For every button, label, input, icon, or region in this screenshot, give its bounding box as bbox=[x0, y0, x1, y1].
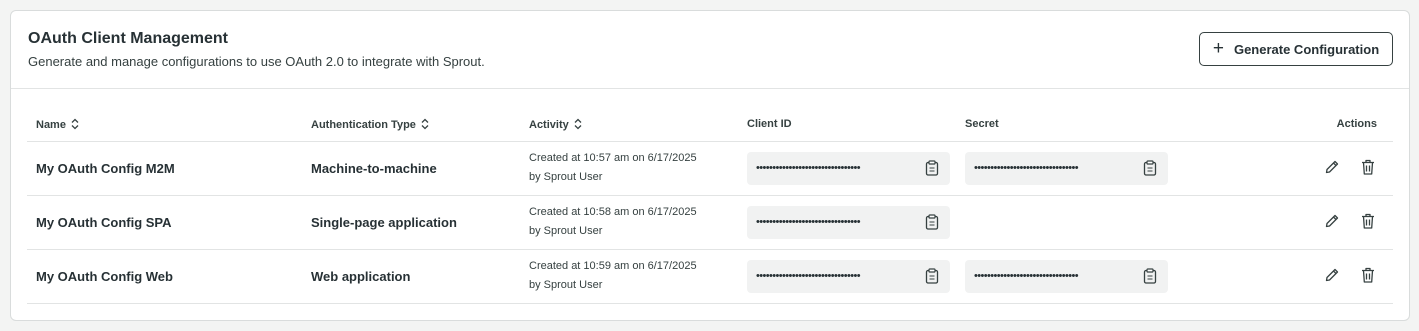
pencil-icon[interactable] bbox=[1323, 212, 1341, 230]
pencil-icon[interactable] bbox=[1323, 266, 1341, 284]
actions-cell bbox=[1174, 141, 1393, 196]
sort-icon[interactable] bbox=[574, 118, 582, 130]
actions-cell bbox=[1174, 195, 1393, 250]
client-id-value: •••••••••••••••••••••••••••••••• bbox=[756, 216, 861, 228]
activity-cell: Created at 10:58 am on 6/17/2025 by Spro… bbox=[520, 195, 738, 250]
clipboard-icon[interactable] bbox=[1141, 159, 1159, 177]
oauth-config-table: Name Authentication Type Activity Client… bbox=[27, 108, 1393, 304]
secret-cell: •••••••••••••••••••••••••••••••• bbox=[956, 141, 1174, 196]
plus-icon: + bbox=[1212, 37, 1224, 59]
activity-created: Created at 10:58 am on 6/17/2025 bbox=[529, 206, 697, 218]
activity-created: Created at 10:57 am on 6/17/2025 bbox=[529, 152, 697, 164]
sort-icon[interactable] bbox=[71, 118, 79, 130]
activity-cell: Created at 10:59 am on 6/17/2025 by Spro… bbox=[520, 249, 738, 304]
client-id-value: •••••••••••••••••••••••••••••••• bbox=[756, 162, 861, 174]
client-id-field: •••••••••••••••••••••••••••••••• bbox=[747, 259, 950, 293]
activity-user: by Sprout User bbox=[529, 279, 603, 291]
client-id-cell: •••••••••••••••••••••••••••••••• bbox=[738, 195, 956, 250]
page-title: OAuth Client Management bbox=[28, 30, 229, 47]
client-id-field: •••••••••••••••••••••••••••••••• bbox=[747, 151, 950, 185]
activity-user: by Sprout User bbox=[529, 171, 603, 183]
generate-configuration-button[interactable]: + Generate Configuration bbox=[1199, 32, 1393, 66]
generate-configuration-label: Generate Configuration bbox=[1233, 41, 1380, 57]
table-header-row: Name Authentication Type Activity Client… bbox=[27, 108, 1393, 142]
clipboard-icon[interactable] bbox=[923, 213, 941, 231]
trash-icon[interactable] bbox=[1359, 212, 1377, 230]
secret-value: •••••••••••••••••••••••••••••••• bbox=[974, 162, 1079, 174]
secret-cell bbox=[956, 195, 1174, 250]
activity-cell: Created at 10:57 am on 6/17/2025 by Spro… bbox=[520, 141, 738, 196]
client-id-value: •••••••••••••••••••••••••••••••• bbox=[756, 270, 861, 282]
config-name: My OAuth Config Web bbox=[27, 249, 302, 304]
secret-field: •••••••••••••••••••••••••••••••• bbox=[965, 151, 1168, 185]
page-subtitle: Generate and manage configurations to us… bbox=[28, 54, 485, 69]
trash-icon[interactable] bbox=[1359, 158, 1377, 176]
authentication-type: Web application bbox=[302, 249, 520, 304]
activity-user: by Sprout User bbox=[529, 225, 603, 237]
actions-cell bbox=[1174, 249, 1393, 304]
authentication-type: Machine-to-machine bbox=[302, 141, 520, 196]
clipboard-icon[interactable] bbox=[923, 159, 941, 177]
column-header-actions: Actions bbox=[1174, 108, 1393, 142]
pencil-icon[interactable] bbox=[1323, 158, 1341, 176]
activity-created: Created at 10:59 am on 6/17/2025 bbox=[529, 260, 697, 272]
sort-icon[interactable] bbox=[421, 118, 429, 130]
table-row: My OAuth Config SPA Single-page applicat… bbox=[27, 195, 1393, 250]
client-id-cell: •••••••••••••••••••••••••••••••• bbox=[738, 249, 956, 304]
oauth-client-card: OAuth Client Management Generate and man… bbox=[10, 10, 1410, 321]
column-header-activity[interactable]: Activity bbox=[520, 108, 738, 142]
client-id-field: •••••••••••••••••••••••••••••••• bbox=[747, 205, 950, 239]
client-id-cell: •••••••••••••••••••••••••••••••• bbox=[738, 141, 956, 196]
column-header-secret: Secret bbox=[956, 108, 1174, 142]
clipboard-icon[interactable] bbox=[1141, 267, 1159, 285]
config-name: My OAuth Config SPA bbox=[27, 195, 302, 250]
column-header-auth-type[interactable]: Authentication Type bbox=[302, 108, 520, 142]
column-header-client-id: Client ID bbox=[738, 108, 956, 142]
authentication-type: Single-page application bbox=[302, 195, 520, 250]
trash-icon[interactable] bbox=[1359, 266, 1377, 284]
table-row: My OAuth Config M2M Machine-to-machine C… bbox=[27, 141, 1393, 196]
clipboard-icon[interactable] bbox=[923, 267, 941, 285]
column-header-name[interactable]: Name bbox=[27, 108, 302, 142]
secret-cell: •••••••••••••••••••••••••••••••• bbox=[956, 249, 1174, 304]
secret-value: •••••••••••••••••••••••••••••••• bbox=[974, 270, 1079, 282]
card-header: OAuth Client Management Generate and man… bbox=[11, 11, 1409, 89]
config-name: My OAuth Config M2M bbox=[27, 141, 302, 196]
table-row: My OAuth Config Web Web application Crea… bbox=[27, 249, 1393, 304]
secret-field: •••••••••••••••••••••••••••••••• bbox=[965, 259, 1168, 293]
